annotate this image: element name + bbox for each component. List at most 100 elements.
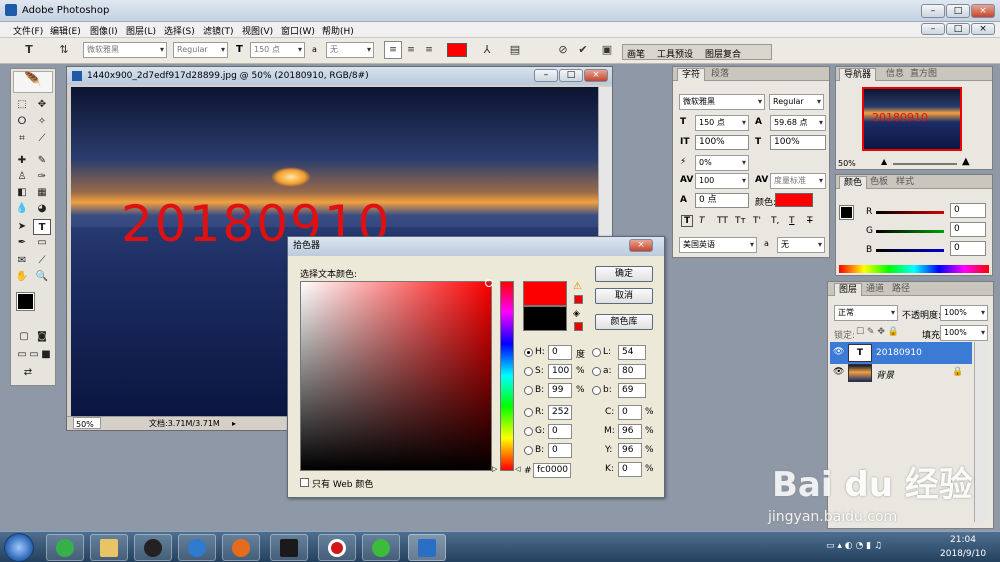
taskbar-qq[interactable]	[134, 534, 172, 561]
hue-slider-right-arrow-icon[interactable]: ◁	[515, 465, 520, 473]
channel-g-slider[interactable]	[876, 230, 944, 233]
zoom-tool-icon[interactable]: 🔍	[33, 269, 51, 285]
hand-tool-icon[interactable]: ✋	[13, 269, 31, 285]
char-leading-select[interactable]: 59.68 点	[770, 115, 826, 131]
menu-window[interactable]: 窗口(W)	[281, 24, 315, 37]
opacity-select[interactable]: 100%	[940, 305, 988, 321]
superscript-button[interactable]: T'	[753, 216, 761, 226]
lock-icons[interactable]: ☐ ✎ ✥ 🔒	[856, 327, 899, 337]
tab-paths[interactable]: 路径	[888, 283, 914, 296]
radio-g[interactable]	[524, 427, 533, 436]
taskbar-media[interactable]	[178, 534, 216, 561]
taskbar-photoshop[interactable]	[408, 534, 446, 561]
commit-edit-icon[interactable]: ✔	[574, 41, 592, 59]
strikethrough-button[interactable]: T	[807, 216, 813, 226]
marquee-tool-icon[interactable]: ⬚	[13, 97, 31, 113]
field-m[interactable]: 96	[618, 424, 642, 439]
notes-tool-icon[interactable]: ✉	[13, 253, 31, 269]
field-a[interactable]: 80	[618, 364, 646, 379]
healing-brush-icon[interactable]: ✚	[13, 153, 31, 169]
web-safe-swatch[interactable]	[574, 322, 583, 331]
menu-view[interactable]: 视图(V)	[242, 24, 273, 37]
slice-tool-icon[interactable]: ⟋	[33, 131, 51, 147]
radio-l[interactable]	[592, 348, 601, 357]
char-color-swatch[interactable]	[775, 193, 813, 207]
char-style-select[interactable]: Regular	[769, 94, 824, 110]
path-select-icon[interactable]: ➤	[13, 219, 31, 235]
language-select[interactable]: 美国英语	[679, 237, 757, 253]
magic-wand-icon[interactable]: ✧	[33, 114, 51, 130]
doc-close-button[interactable]: ×	[971, 23, 995, 35]
small-caps-button[interactable]: Tт	[735, 216, 746, 226]
faux-bold-button[interactable]: T	[681, 215, 694, 227]
palettes-icon[interactable]: ▤	[506, 41, 524, 59]
field-y[interactable]: 96	[618, 443, 642, 458]
gamut-swatch[interactable]	[574, 295, 583, 304]
hue-slider-left-arrow-icon[interactable]: ▷	[492, 465, 497, 473]
move-tool-icon[interactable]: ✥	[33, 97, 51, 113]
underline-button[interactable]: T	[789, 216, 795, 226]
saturation-brightness-field[interactable]	[300, 279, 493, 471]
ok-button[interactable]: 确定	[595, 266, 653, 282]
palette-tab-layer-comps[interactable]: 图层复合	[705, 47, 741, 60]
field-hex[interactable]: fc0000	[533, 463, 571, 478]
background-layer-name[interactable]: 背景	[876, 368, 894, 381]
zoom-in-icon[interactable]: ▲	[962, 156, 970, 167]
tray-icons[interactable]: ▭ ▴ ◐ ◔ ▮ ♫	[826, 541, 882, 551]
foreground-color[interactable]	[16, 292, 35, 311]
current-color-preview[interactable]	[523, 306, 567, 331]
radio-bv[interactable]	[524, 386, 533, 395]
doc-win-minimize-button[interactable]: –	[534, 69, 558, 82]
tab-channels[interactable]: 通道	[862, 283, 888, 296]
channel-r-field[interactable]: 0	[950, 203, 986, 218]
standard-mode-icon[interactable]: ▢	[15, 329, 33, 345]
history-brush-icon[interactable]: ✑	[33, 169, 51, 185]
field-g[interactable]: 0	[548, 424, 572, 439]
blur-tool-icon[interactable]: 💧	[13, 201, 31, 217]
navigator-thumbnail[interactable]: 20180910	[862, 87, 962, 151]
align-right-icon[interactable]: ≡	[420, 41, 438, 59]
char-hscale-field[interactable]: 100%	[770, 135, 826, 150]
clone-stamp-icon[interactable]: ♙	[13, 169, 31, 185]
taskbar-wechat[interactable]	[362, 534, 400, 561]
menu-layer[interactable]: 图层(L)	[126, 24, 156, 37]
web-only-checkbox[interactable]	[300, 478, 309, 487]
font-family-select[interactable]: 微软雅黑	[83, 42, 167, 58]
field-c[interactable]: 0	[618, 405, 642, 420]
tab-styles[interactable]: 样式	[892, 176, 918, 189]
menu-edit[interactable]: 编辑(E)	[50, 24, 81, 37]
taskbar-app-6[interactable]	[270, 534, 308, 561]
radio-a[interactable]	[592, 367, 601, 376]
text-tool-icon[interactable]: T	[20, 41, 38, 59]
layer-visibility-eye-icon[interactable]: 👁	[833, 347, 844, 357]
orientation-icon[interactable]: ⇅	[55, 41, 73, 59]
subscript-button[interactable]: T,	[771, 216, 779, 226]
menu-filter[interactable]: 滤镜(T)	[203, 24, 234, 37]
cancel-edit-icon[interactable]: ⊘	[554, 41, 572, 59]
radio-lab-b[interactable]	[592, 386, 601, 395]
radio-r[interactable]	[524, 408, 533, 417]
eyedropper-icon[interactable]: ⟋	[33, 253, 51, 269]
shape-tool-icon[interactable]: ▭	[33, 235, 51, 251]
align-center-icon[interactable]: ≡	[402, 41, 420, 59]
start-button[interactable]	[4, 533, 34, 562]
faux-italic-button[interactable]: T	[699, 216, 705, 226]
char-size-select[interactable]: 150 点	[695, 115, 749, 131]
all-caps-button[interactable]: TT	[717, 216, 728, 226]
quick-mask-icon[interactable]: ◙	[33, 329, 51, 345]
menu-file[interactable]: 文件(F)	[13, 24, 43, 37]
color-cursor[interactable]	[485, 279, 493, 287]
lasso-tool-icon[interactable]: ⵔ	[13, 114, 31, 130]
tab-color[interactable]: 颜色	[839, 176, 868, 189]
dodge-tool-icon[interactable]: ◕	[33, 201, 51, 217]
channel-b-slider[interactable]	[876, 249, 944, 252]
char-tracking-select[interactable]: 度量标准	[770, 173, 826, 189]
crop-tool-icon[interactable]: ⌗	[13, 131, 31, 147]
tab-navigator[interactable]: 导航器	[839, 68, 877, 81]
field-bv[interactable]: 99	[548, 383, 572, 398]
brush-tool-icon[interactable]: ✎	[33, 153, 51, 169]
picker-close-button[interactable]: ×	[629, 239, 653, 252]
taskbar-recorder[interactable]	[318, 534, 356, 561]
menu-image[interactable]: 图像(I)	[90, 24, 118, 37]
char-vscale-field[interactable]: 100%	[695, 135, 749, 150]
